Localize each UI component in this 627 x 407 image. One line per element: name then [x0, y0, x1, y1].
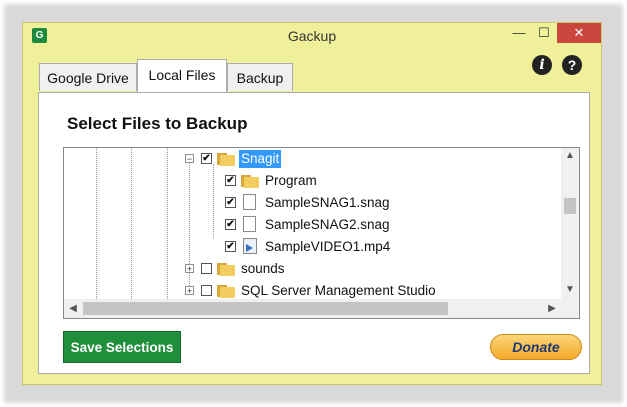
checkbox-program[interactable]: ✔ [225, 175, 236, 186]
file-icon [243, 216, 256, 232]
checkbox-snagit[interactable]: ✔ [201, 153, 212, 164]
folder-icon [217, 283, 235, 298]
scrollbar-corner [561, 299, 579, 318]
scroll-right-arrow-icon[interactable]: ▶ [543, 303, 561, 314]
tree-item-label: SampleSNAG2.snag [265, 217, 390, 232]
video-file-icon [243, 238, 257, 254]
title-bar[interactable]: G Gackup — ☐ ✕ [23, 23, 601, 49]
tab-local-files[interactable]: Local Files [137, 59, 227, 92]
tree-item-samplesnag2[interactable]: ✔ SampleSNAG2.snag [64, 214, 561, 236]
checkbox-samplesnag1[interactable]: ✔ [225, 197, 236, 208]
scroll-left-arrow-icon[interactable]: ◀ [64, 303, 82, 314]
expand-toggle[interactable]: + [185, 264, 194, 274]
tree-item-snagit[interactable]: − ✔ Snagit [64, 148, 561, 170]
tree-item-label: SampleSNAG1.snag [265, 195, 390, 210]
horizontal-scrollbar[interactable]: ◀ ▶ [64, 299, 561, 318]
checkbox-sounds[interactable] [201, 263, 212, 274]
tree-item-samplevideo1[interactable]: ✔ SampleVIDEO1.mp4 [64, 236, 561, 258]
file-tree[interactable]: − ✔ Snagit ✔ Program ✔ SampleSNAG1.snag … [63, 147, 580, 319]
tree-item-label: Snagit [239, 150, 282, 168]
tab-google-drive[interactable]: Google Drive [39, 63, 137, 91]
info-icon[interactable]: i [532, 55, 552, 75]
file-icon [243, 194, 256, 210]
vertical-scrollbar[interactable]: ▲ ▼ [561, 148, 579, 299]
tab-backup[interactable]: Backup [227, 63, 293, 91]
collapse-toggle[interactable]: − [185, 154, 194, 164]
close-button[interactable]: ✕ [557, 23, 601, 43]
minimize-button[interactable]: — [507, 23, 531, 43]
app-window: G Gackup — ☐ ✕ Google Drive Local Files … [22, 22, 602, 385]
folder-icon [217, 151, 235, 166]
tree-item-label: SampleVIDEO1.mp4 [265, 239, 391, 254]
checkbox-samplevideo1[interactable]: ✔ [225, 241, 236, 252]
folder-icon [241, 173, 259, 188]
save-selections-button[interactable]: Save Selections [63, 331, 181, 363]
vertical-scroll-thumb[interactable] [564, 198, 576, 214]
folder-icon [217, 261, 235, 276]
donate-button[interactable]: Donate [490, 334, 582, 360]
checkbox-samplesnag2[interactable]: ✔ [225, 219, 236, 230]
scroll-up-arrow-icon[interactable]: ▲ [561, 150, 579, 161]
horizontal-scroll-thumb[interactable] [83, 302, 448, 315]
maximize-button[interactable]: ☐ [531, 23, 557, 43]
tree-item-program[interactable]: ✔ Program [64, 170, 561, 192]
expand-toggle[interactable]: + [185, 286, 194, 296]
help-icon[interactable]: ? [562, 55, 582, 75]
local-files-panel: Select Files to Backup − ✔ Snagit ✔ Prog… [38, 92, 590, 374]
tree-item-label: Program [265, 173, 317, 188]
panel-heading: Select Files to Backup [67, 114, 248, 133]
tree-item-label: sounds [241, 261, 285, 276]
tree-item-sounds[interactable]: + sounds [64, 258, 561, 280]
checkbox-sql-server[interactable] [201, 285, 212, 296]
tree-item-samplesnag1[interactable]: ✔ SampleSNAG1.snag [64, 192, 561, 214]
scroll-down-arrow-icon[interactable]: ▼ [561, 284, 579, 295]
tree-item-label: SQL Server Management Studio [241, 283, 436, 298]
